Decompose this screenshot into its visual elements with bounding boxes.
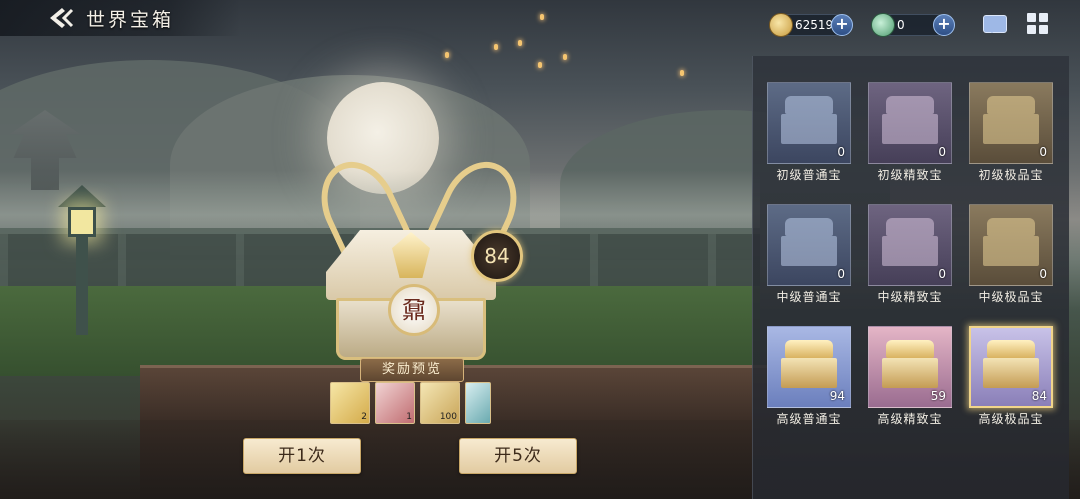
sky-lantern	[494, 44, 498, 50]
chest-icon	[983, 340, 1039, 390]
chest-slot-basic-common[interactable]: 0 初级普通宝	[767, 82, 851, 186]
chest-slot-mid-premium[interactable]: 0 中级极品宝	[969, 204, 1053, 308]
chest-icon	[882, 340, 938, 390]
jade-dragon-coin-icon	[871, 13, 895, 37]
chest-count: 0	[1039, 267, 1047, 281]
currency-gold: 62519 +	[769, 13, 853, 37]
menu-grid-icon[interactable]	[1027, 13, 1049, 35]
chest-selection-panel: 0 初级普通宝 0 初级精致宝 0 初级极品宝 0 中级普通宝 0 中级精致宝 …	[752, 56, 1069, 499]
chest-label: 中级精致宝	[877, 290, 943, 304]
chest-count-badge: 84	[471, 230, 523, 282]
gold-dragon-coin-icon	[769, 13, 793, 37]
chest-label: 高级精致宝	[877, 412, 943, 426]
add-jade-button[interactable]: +	[933, 14, 955, 36]
chest-icon	[983, 218, 1039, 268]
open-once-button[interactable]: 开1次	[243, 438, 361, 474]
chest-label: 高级极品宝	[978, 412, 1044, 426]
chest-icon	[882, 96, 938, 146]
reward-item-scroll[interactable]: 1	[375, 382, 415, 424]
reward-preview-title: 奖励预览	[360, 358, 464, 382]
sky-lantern	[540, 14, 544, 20]
chest-count: 0	[938, 267, 946, 281]
top-bar: 世界宝箱	[0, 0, 240, 36]
chest-icon	[983, 96, 1039, 146]
currency-jade: 0 +	[871, 13, 955, 37]
reward-item-gold-token[interactable]: 2	[330, 382, 370, 424]
open-five-button[interactable]: 开5次	[459, 438, 577, 474]
chest-icon	[781, 218, 837, 268]
chest-slot-high-common[interactable]: 94 高级普通宝	[767, 326, 851, 430]
chest-icon	[781, 96, 837, 146]
chest-label: 高级普通宝	[776, 412, 842, 426]
page-title: 世界宝箱	[86, 9, 175, 31]
chest-count: 0	[837, 267, 845, 281]
sky-lantern	[538, 62, 542, 68]
chest-count: 84	[1031, 389, 1047, 403]
reward-item-jade-ticket[interactable]	[465, 382, 491, 424]
chest-icon	[882, 218, 938, 268]
reward-item-gold-dragon[interactable]: 100	[420, 382, 460, 424]
chest-slot-basic-premium[interactable]: 0 初级极品宝	[969, 82, 1053, 186]
chest-slot-high-fine[interactable]: 59 高级精致宝	[868, 326, 952, 430]
chest-slot-basic-fine[interactable]: 0 初级精致宝	[868, 82, 952, 186]
chest-count: 0	[1039, 145, 1047, 159]
sky-lantern	[563, 54, 567, 60]
currency-gold-value: 62519	[795, 18, 834, 32]
chest-label: 中级极品宝	[978, 290, 1044, 304]
chest-label: 中级普通宝	[776, 290, 842, 304]
chest-icon	[781, 340, 837, 390]
chest-count: 0	[837, 145, 845, 159]
back-arrow-icon[interactable]	[46, 6, 76, 30]
currency-jade-value: 0	[897, 18, 905, 32]
chest-seal: 鼐	[388, 284, 440, 336]
sky-lantern	[680, 70, 684, 76]
add-gold-button[interactable]: +	[831, 14, 853, 36]
reward-qty: 100	[439, 412, 457, 422]
chest-slot-high-premium[interactable]: 84 高级极品宝	[969, 326, 1053, 430]
chest-label: 初级精致宝	[877, 168, 943, 182]
sky-lantern	[445, 52, 449, 58]
reward-qty: 1	[406, 412, 412, 422]
chest-count: 94	[829, 389, 845, 403]
reward-qty: 2	[361, 412, 367, 422]
chest-count: 0	[938, 145, 946, 159]
stone-lantern	[58, 185, 106, 335]
chest-label: 初级极品宝	[978, 168, 1044, 182]
sky-lantern	[518, 40, 522, 46]
chat-icon[interactable]	[983, 15, 1007, 33]
chest-slot-mid-fine[interactable]: 0 中级精致宝	[868, 204, 952, 308]
chest-slot-mid-common[interactable]: 0 中级普通宝	[767, 204, 851, 308]
chest-label: 初级普通宝	[776, 168, 842, 182]
chest-count: 59	[930, 389, 946, 403]
